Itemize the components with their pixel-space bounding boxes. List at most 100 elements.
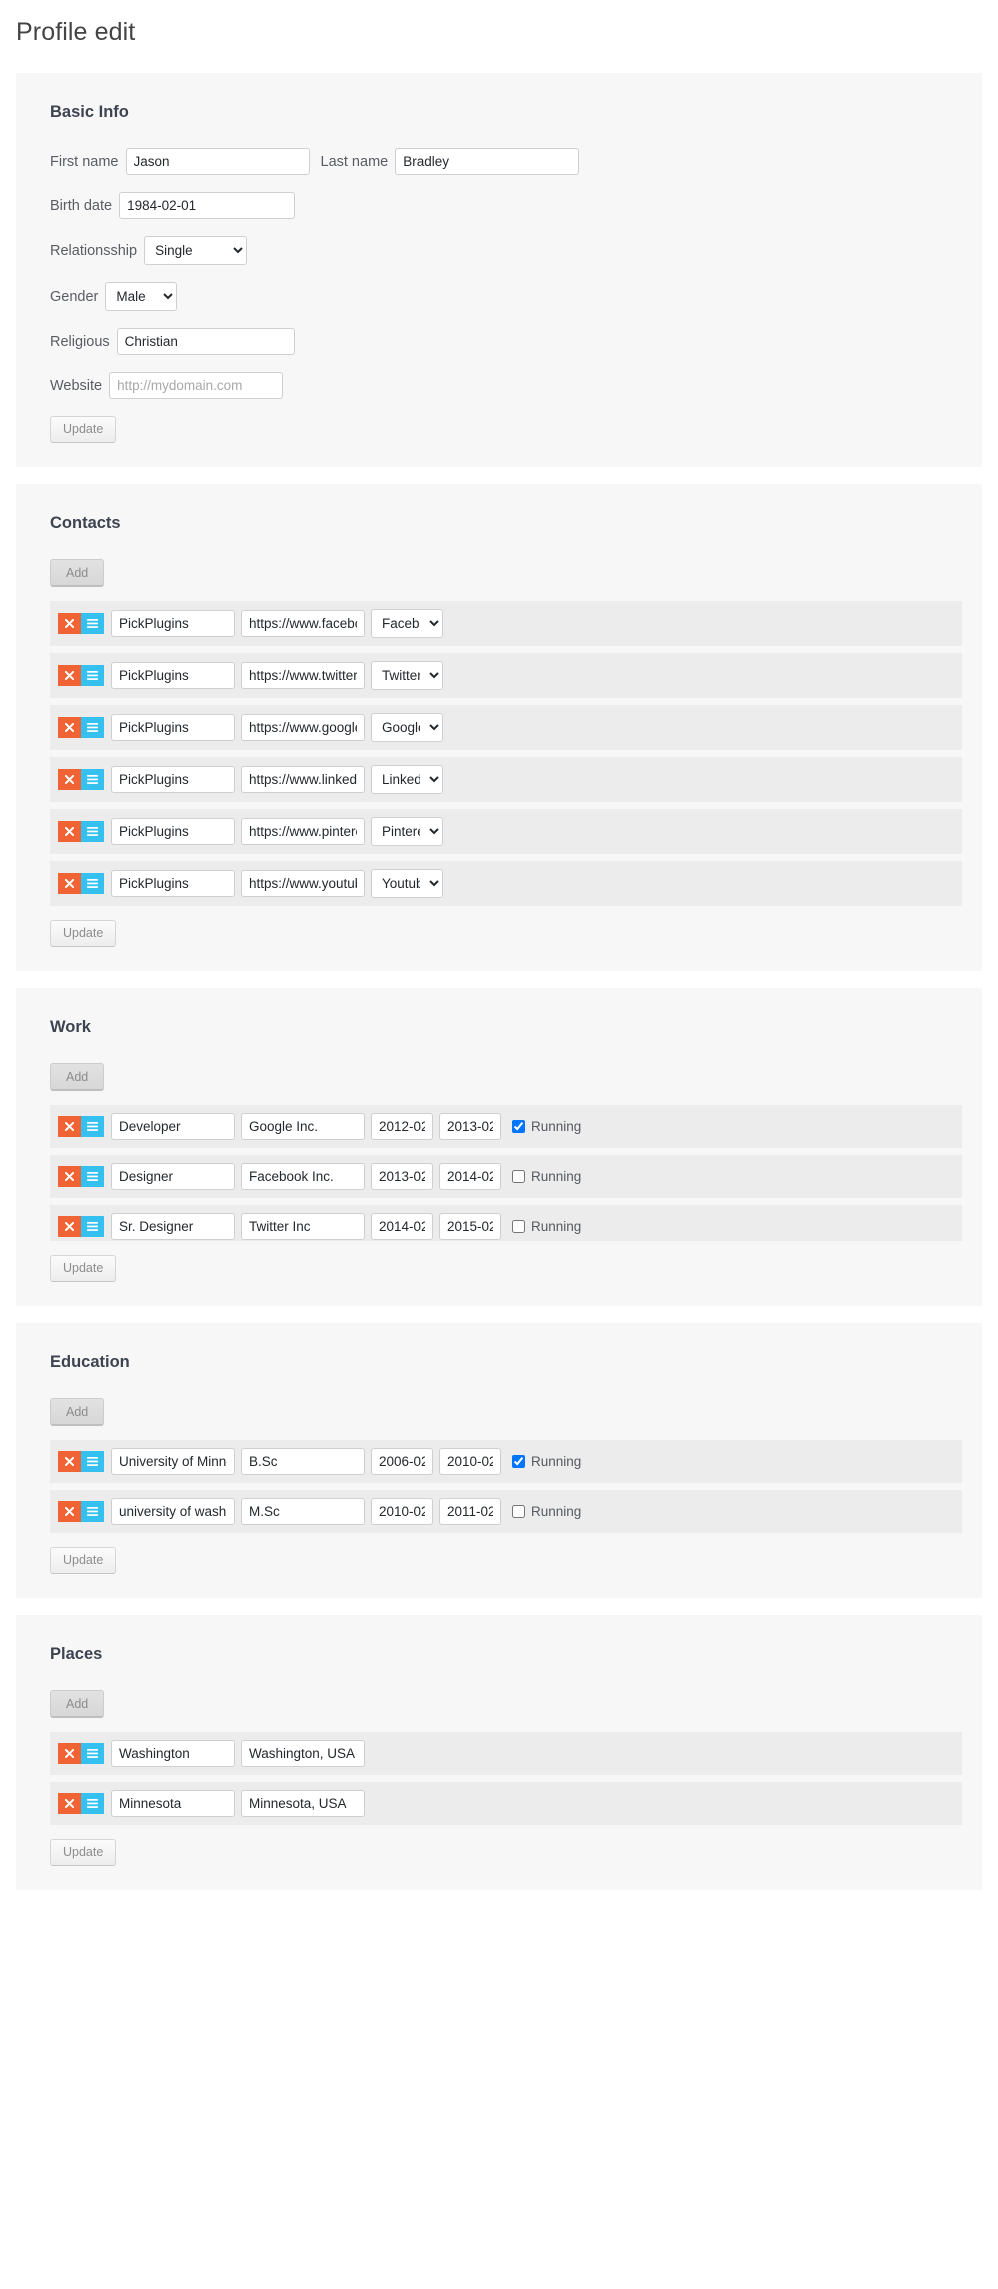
delete-row-icon[interactable]	[58, 717, 81, 738]
work-start-date-input[interactable]	[371, 1113, 433, 1140]
education-update-button[interactable]: Update	[50, 1547, 117, 1574]
delete-row-icon[interactable]	[58, 769, 81, 790]
contact-url-input[interactable]	[241, 818, 365, 845]
education-running-checkbox[interactable]	[512, 1455, 525, 1468]
education-end-date-input[interactable]	[439, 1498, 501, 1525]
basic-info-update-button[interactable]: Update	[50, 416, 117, 443]
delete-row-icon[interactable]	[58, 1793, 81, 1814]
last-name-input[interactable]	[395, 148, 580, 175]
contact-url-input[interactable]	[241, 766, 365, 793]
delete-row-icon[interactable]	[58, 1216, 81, 1237]
place-name-input[interactable]	[111, 1790, 235, 1817]
work-company-input[interactable]	[241, 1113, 365, 1140]
delete-row-icon[interactable]	[58, 1116, 81, 1137]
website-input[interactable]	[109, 372, 284, 399]
drag-handle-icon[interactable]	[81, 717, 104, 738]
delete-row-icon[interactable]	[58, 1501, 81, 1522]
work-heading: Work	[50, 1018, 91, 1036]
work-end-date-input[interactable]	[439, 1213, 501, 1240]
education-running-checkbox[interactable]	[512, 1505, 525, 1518]
delete-row-icon[interactable]	[58, 1166, 81, 1187]
work-company-input[interactable]	[241, 1163, 365, 1190]
gender-row: Gender Male	[36, 282, 962, 311]
contact-platform-select[interactable]: Youtube	[371, 869, 443, 898]
delete-row-icon[interactable]	[58, 665, 81, 686]
relationship-select[interactable]: Single	[144, 236, 248, 265]
contact-name-input[interactable]	[111, 818, 235, 845]
contact-name-input[interactable]	[111, 662, 235, 689]
drag-handle-icon[interactable]	[81, 665, 104, 686]
delete-row-icon[interactable]	[58, 613, 81, 634]
drag-handle-icon[interactable]	[81, 1451, 104, 1472]
work-company-input[interactable]	[241, 1213, 365, 1240]
contacts-add-button[interactable]: Add	[50, 559, 105, 587]
contact-url-input[interactable]	[241, 714, 365, 741]
work-end-date-input[interactable]	[439, 1163, 501, 1190]
work-position-input[interactable]	[111, 1213, 235, 1240]
work-position-input[interactable]	[111, 1163, 235, 1190]
drag-handle-icon[interactable]	[81, 613, 104, 634]
contact-name-input[interactable]	[111, 714, 235, 741]
work-end-date-input[interactable]	[439, 1113, 501, 1140]
work-add-button[interactable]: Add	[50, 1063, 105, 1091]
delete-row-icon[interactable]	[58, 1743, 81, 1764]
first-name-label: First name	[50, 153, 119, 170]
contact-platform-select[interactable]: Pinterest	[371, 817, 443, 846]
work-running-checkbox[interactable]	[512, 1170, 525, 1183]
work-update-button[interactable]: Update	[50, 1255, 117, 1282]
work-start-date-input[interactable]	[371, 1213, 433, 1240]
education-institution-input[interactable]	[111, 1498, 235, 1525]
drag-handle-icon[interactable]	[81, 769, 104, 790]
work-running-label[interactable]: Running	[512, 1219, 581, 1234]
gender-select[interactable]: Male	[105, 282, 178, 311]
education-add-button[interactable]: Add	[50, 1398, 105, 1426]
education-degree-input[interactable]	[241, 1448, 365, 1475]
work-running-label[interactable]: Running	[512, 1119, 581, 1134]
drag-handle-icon[interactable]	[81, 1501, 104, 1522]
education-start-date-input[interactable]	[371, 1498, 433, 1525]
places-row-list	[36, 1732, 962, 1825]
education-running-label[interactable]: Running	[512, 1454, 581, 1469]
education-degree-input[interactable]	[241, 1498, 365, 1525]
delete-row-icon[interactable]	[58, 873, 81, 894]
drag-handle-icon[interactable]	[81, 1216, 104, 1237]
place-location-input[interactable]	[241, 1740, 365, 1767]
contact-platform-select[interactable]: Linkedin	[371, 765, 443, 794]
contact-name-input[interactable]	[111, 610, 235, 637]
drag-handle-icon[interactable]	[81, 1793, 104, 1814]
education-start-date-input[interactable]	[371, 1448, 433, 1475]
drag-handle-icon[interactable]	[81, 1166, 104, 1187]
contact-name-input[interactable]	[111, 766, 235, 793]
first-name-input[interactable]	[125, 148, 310, 175]
contact-name-input[interactable]	[111, 870, 235, 897]
delete-row-icon[interactable]	[58, 1451, 81, 1472]
contact-platform-select[interactable]: Facebook	[371, 609, 443, 638]
places-update-button[interactable]: Update	[50, 1839, 117, 1866]
drag-handle-icon[interactable]	[81, 873, 104, 894]
birth-date-input[interactable]	[119, 192, 296, 219]
contact-url-input[interactable]	[241, 870, 365, 897]
work-running-checkbox[interactable]	[512, 1120, 525, 1133]
work-running-label[interactable]: Running	[512, 1169, 581, 1184]
work-start-date-input[interactable]	[371, 1163, 433, 1190]
work-position-input[interactable]	[111, 1113, 235, 1140]
contact-platform-select[interactable]: Google+	[371, 713, 443, 742]
relationship-row: Relationsship Single	[36, 236, 962, 265]
drag-handle-icon[interactable]	[81, 1743, 104, 1764]
drag-handle-icon[interactable]	[81, 1116, 104, 1137]
place-name-input[interactable]	[111, 1740, 235, 1767]
contact-platform-select[interactable]: Twitter	[371, 661, 443, 690]
running-text: Running	[531, 1169, 582, 1184]
work-running-checkbox[interactable]	[512, 1220, 525, 1233]
places-add-button[interactable]: Add	[50, 1690, 105, 1718]
drag-handle-icon[interactable]	[81, 821, 104, 842]
contact-url-input[interactable]	[241, 662, 365, 689]
religious-input[interactable]	[116, 328, 295, 355]
education-institution-input[interactable]	[111, 1448, 235, 1475]
place-location-input[interactable]	[241, 1790, 365, 1817]
delete-row-icon[interactable]	[58, 821, 81, 842]
contact-url-input[interactable]	[241, 610, 365, 637]
education-end-date-input[interactable]	[439, 1448, 501, 1475]
contacts-update-button[interactable]: Update	[50, 920, 117, 947]
education-running-label[interactable]: Running	[512, 1504, 581, 1519]
